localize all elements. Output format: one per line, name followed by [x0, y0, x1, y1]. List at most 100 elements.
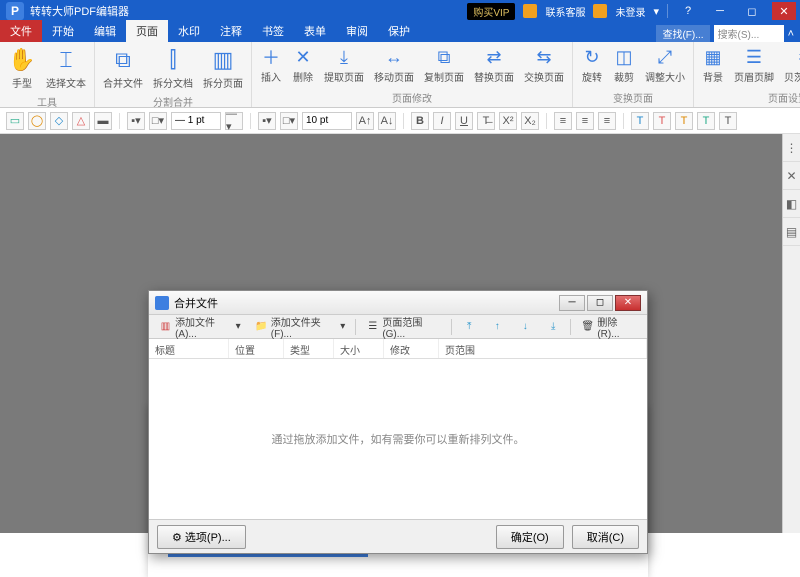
swap-page[interactable]: ⇆交换页面	[522, 44, 566, 88]
maximize-button[interactable]: ◻	[740, 2, 764, 20]
shape4-button[interactable]: △	[72, 112, 90, 130]
workspace: ＋ PDF合并文档 多份文件合并为一份PDF文档 Z PDF转换器 将PDF文档…	[0, 134, 800, 533]
side-tool1[interactable]: ◧	[783, 190, 800, 218]
bates-number[interactable]: #贝茨编号	[782, 44, 800, 88]
find-button[interactable]: 查找(F)...	[656, 25, 709, 42]
add-file-button[interactable]: ▥添加文件(A)...▾	[153, 311, 247, 343]
tab-edit[interactable]: 编辑	[84, 20, 126, 42]
right-sidebar: ⋮ ✕ ◧ ▤	[782, 134, 800, 533]
move-up-button[interactable]: ↑	[484, 317, 510, 337]
fill-button[interactable]: ▪▾	[127, 112, 145, 130]
shape5-button[interactable]: ▬	[94, 112, 112, 130]
page-range-button[interactable]: ☰页面范围(G)...	[360, 311, 447, 343]
tab-start[interactable]: 开始	[42, 20, 84, 42]
underline-button[interactable]: U	[455, 112, 473, 130]
text1-button[interactable]: T	[631, 112, 649, 130]
resize-page[interactable]: ⤢调整大小	[643, 44, 687, 88]
contact-link[interactable]: 联系客服	[545, 4, 585, 19]
col-location[interactable]: 位置	[229, 339, 284, 358]
header-footer[interactable]: ☰页眉页脚	[732, 44, 776, 88]
options-button[interactable]: ⚙ 选项(P)...	[157, 525, 246, 549]
close-button[interactable]: ✕	[772, 2, 796, 20]
split-icon: ⫿	[159, 46, 187, 74]
tab-page[interactable]: 页面	[126, 20, 168, 42]
dialog-min-button[interactable]: ─	[559, 295, 585, 311]
align-left-button[interactable]: ≡	[554, 112, 572, 130]
login-link[interactable]: 未登录	[615, 4, 645, 19]
add-folder-button[interactable]: 📁添加文件夹(F)...▾	[249, 311, 352, 343]
col-size[interactable]: 大小	[334, 339, 384, 358]
move-top-button[interactable]: ⤒	[456, 317, 482, 337]
linestyle-button[interactable]: —▾	[225, 112, 243, 130]
strike-button[interactable]: T̶	[477, 112, 495, 130]
fontcolor-button[interactable]: ▪▾	[258, 112, 276, 130]
highlight-button[interactable]: □▾	[280, 112, 298, 130]
side-tool2[interactable]: ▤	[783, 218, 800, 246]
col-type[interactable]: 类型	[284, 339, 334, 358]
merge-files[interactable]: ⧉合并文件	[101, 44, 145, 92]
tab-watermark[interactable]: 水印	[168, 20, 210, 42]
delete-page[interactable]: ✕删除	[290, 44, 316, 88]
replace-page[interactable]: ⇄替换页面	[472, 44, 516, 88]
stroke-button[interactable]: □▾	[149, 112, 167, 130]
shape3-button[interactable]: ◇	[50, 112, 68, 130]
tab-review[interactable]: 审阅	[336, 20, 378, 42]
collapse-ribbon-icon[interactable]: ˄	[788, 28, 794, 40]
side-expand[interactable]: ⋮	[783, 134, 800, 162]
hand-tool[interactable]: ✋手型	[6, 44, 38, 92]
col-title[interactable]: 标题	[149, 339, 229, 358]
sub-button[interactable]: X₂	[521, 112, 539, 130]
text2-button[interactable]: T	[653, 112, 671, 130]
delete-icon: ✕	[292, 46, 314, 68]
tab-form[interactable]: 表单	[294, 20, 336, 42]
align-right-button[interactable]: ≡	[598, 112, 616, 130]
copy-icon: ⧉	[433, 46, 455, 68]
insert-page[interactable]: ＋插入	[258, 44, 284, 88]
shape1-button[interactable]: ▭	[6, 112, 24, 130]
move-bottom-button[interactable]: ⤓	[540, 317, 566, 337]
dialog-footer: ⚙ 选项(P)... 确定(O) 取消(C)	[149, 519, 647, 553]
search-input[interactable]: 搜索(S)...	[714, 25, 784, 42]
crop-page[interactable]: ◫裁剪	[611, 44, 637, 88]
delete-button[interactable]: 🗑删除(R)...	[575, 311, 643, 343]
extract-page[interactable]: ⤓提取页面	[322, 44, 366, 88]
dialog-close-button[interactable]: ✕	[615, 295, 641, 311]
tab-file[interactable]: 文件	[0, 20, 42, 42]
vip-badge[interactable]: 购买VIP	[467, 3, 515, 20]
move-down-button[interactable]: ↓	[512, 317, 538, 337]
rotate-page[interactable]: ↻旋转	[579, 44, 605, 88]
dialog-body[interactable]: 通过拖放添加文件，如有需要你可以重新排列文件。	[149, 359, 647, 519]
super-button[interactable]: X²	[499, 112, 517, 130]
dialog-max-button[interactable]: ◻	[587, 295, 613, 311]
font-size-input[interactable]	[302, 112, 352, 130]
dialog-toolbar: ▥添加文件(A)...▾ 📁添加文件夹(F)...▾ ☰页面范围(G)... ⤒…	[149, 315, 647, 339]
cancel-button[interactable]: 取消(C)	[572, 525, 639, 549]
italic-button[interactable]: I	[433, 112, 451, 130]
side-close[interactable]: ✕	[783, 162, 800, 190]
text5-button[interactable]: T	[719, 112, 737, 130]
increase-font-button[interactable]: A↑	[356, 112, 374, 130]
shape2-button[interactable]: ◯	[28, 112, 46, 130]
copy-page[interactable]: ⧉复制页面	[422, 44, 466, 88]
decrease-font-button[interactable]: A↓	[378, 112, 396, 130]
move-page[interactable]: ↔移动页面	[372, 44, 416, 88]
col-range[interactable]: 页范围	[439, 339, 647, 358]
line-weight-input[interactable]	[171, 112, 221, 130]
bold-button[interactable]: B	[411, 112, 429, 130]
app-title: 转转大师PDF编辑器	[30, 3, 467, 19]
select-text-tool[interactable]: ⌶选择文本	[44, 44, 88, 92]
col-modified[interactable]: 修改	[384, 339, 439, 358]
tab-annotate[interactable]: 注释	[210, 20, 252, 42]
align-center-button[interactable]: ≡	[576, 112, 594, 130]
help-button[interactable]: ?	[676, 2, 700, 20]
text4-button[interactable]: T	[697, 112, 715, 130]
split-doc[interactable]: ⫿拆分文档	[151, 44, 195, 92]
split-page[interactable]: ▥拆分页面	[201, 44, 245, 92]
tab-bookmark[interactable]: 书签	[252, 20, 294, 42]
tab-protect[interactable]: 保护	[378, 20, 420, 42]
minimize-button[interactable]: ─	[708, 2, 732, 20]
background[interactable]: ▦背景	[700, 44, 726, 88]
hf-icon: ☰	[743, 46, 765, 68]
ok-button[interactable]: 确定(O)	[496, 525, 564, 549]
text3-button[interactable]: T	[675, 112, 693, 130]
